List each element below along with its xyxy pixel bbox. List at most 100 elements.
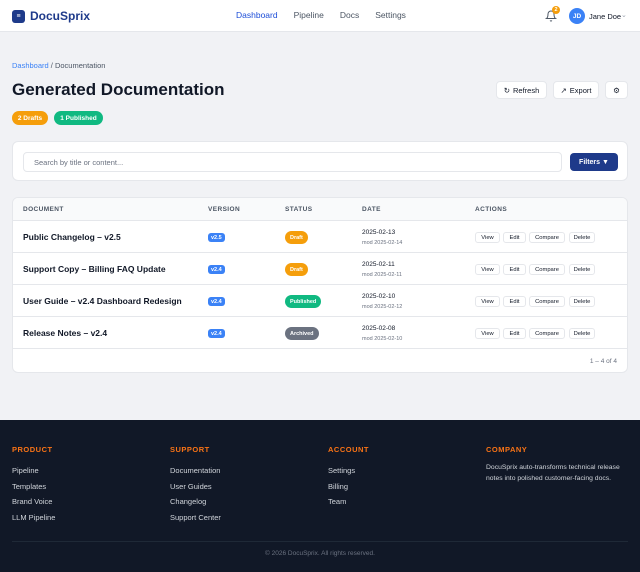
document-date: 2025-02-08 <box>362 325 396 332</box>
status-badge: Published <box>285 295 322 308</box>
refresh-icon: ↻ <box>503 85 511 95</box>
status-badge: Draft <box>285 263 308 276</box>
version-badge: v2.4 <box>208 265 225 274</box>
document-date: 2025-02-13 <box>362 229 396 236</box>
status-badge: Archived <box>285 327 319 340</box>
table-row[interactable]: User Guide – v2.4 Dashboard Redesign v2.… <box>13 285 627 317</box>
search-panel: Filters ▼ <box>12 141 628 181</box>
view-button[interactable]: View <box>475 232 500 243</box>
footer-link-user-guides[interactable]: User Guides <box>170 479 221 495</box>
footer-link-settings[interactable]: Settings <box>328 463 369 479</box>
settings-button[interactable]: ⚙ <box>605 81 628 99</box>
drafts-badge[interactable]: 2 Drafts <box>12 111 48 125</box>
logo[interactable]: ≡ DocuSprix <box>12 9 90 23</box>
logo-icon: ≡ <box>12 9 25 23</box>
view-button[interactable]: View <box>475 296 500 307</box>
column-header-version: VERSION <box>208 206 241 213</box>
footer-link-pipeline[interactable]: Pipeline <box>12 463 55 479</box>
status-badge: Draft <box>285 231 308 244</box>
export-button[interactable]: ↗ Export <box>553 81 599 99</box>
delete-button[interactable]: Delete <box>569 296 595 307</box>
version-badge: v2.4 <box>208 329 225 338</box>
footer: PRODUCT Pipeline Templates Brand Voice L… <box>0 420 640 572</box>
footer-link-team[interactable]: Team <box>328 494 369 510</box>
chevron-down-icon[interactable]: ⌄ <box>621 11 627 19</box>
page-title: Generated Documentation <box>12 80 225 99</box>
documents-table: DOCUMENT VERSION STATUS DATE ACTIONS Pub… <box>12 197 628 373</box>
table-header: DOCUMENT VERSION STATUS DATE ACTIONS <box>13 198 627 221</box>
breadcrumb-dashboard-link[interactable]: Dashboard <box>12 61 49 70</box>
footer-heading: ACCOUNT <box>328 445 369 454</box>
breadcrumb: Dashboard / Documentation <box>12 61 105 70</box>
footer-link-documentation[interactable]: Documentation <box>170 463 221 479</box>
gear-icon: ⚙ <box>613 85 620 95</box>
delete-button[interactable]: Delete <box>569 328 595 339</box>
export-icon: ↗ <box>560 85 567 95</box>
table-row[interactable]: Release Notes – v2.4 v2.4 Archived 2025-… <box>13 317 627 349</box>
breadcrumb-current: Documentation <box>54 61 106 70</box>
filters-button[interactable]: Filters ▼ <box>570 153 618 171</box>
top-navigation-bar: ≡ DocuSprix Dashboard Pipeline Docs Sett… <box>0 0 640 32</box>
export-label: Export <box>569 85 592 95</box>
column-header-status: STATUS <box>285 206 313 213</box>
document-title[interactable]: Public Changelog – v2.5 <box>23 232 121 242</box>
view-button[interactable]: View <box>475 328 500 339</box>
user-avatar[interactable]: JD <box>569 8 585 24</box>
nav-docs[interactable]: Docs <box>340 10 359 20</box>
table-row[interactable]: Public Changelog – v2.5 v2.5 Draft 2025-… <box>13 221 627 253</box>
footer-link-changelog[interactable]: Changelog <box>170 494 221 510</box>
footer-link-brand-voice[interactable]: Brand Voice <box>12 494 55 510</box>
footer-heading: COMPANY <box>486 445 528 454</box>
view-button[interactable]: View <box>475 264 500 275</box>
footer-heading: SUPPORT <box>170 445 210 454</box>
pagination-info: 1 – 4 of 4 <box>589 358 617 365</box>
delete-button[interactable]: Delete <box>569 264 595 275</box>
compare-button[interactable]: Compare <box>529 328 565 339</box>
published-badge[interactable]: 1 Published <box>54 111 103 125</box>
footer-divider <box>12 541 628 542</box>
document-date: 2025-02-11 <box>362 261 395 268</box>
column-header-actions: ACTIONS <box>475 206 508 213</box>
app-name: DocuSprix <box>30 9 91 23</box>
footer-heading: PRODUCT <box>12 445 53 454</box>
footer-column-product: PRODUCT Pipeline Templates Brand Voice L… <box>12 445 55 525</box>
footer-link-templates[interactable]: Templates <box>12 479 55 495</box>
edit-button[interactable]: Edit <box>503 232 526 243</box>
nav-dashboard[interactable]: Dashboard <box>236 10 278 20</box>
document-title[interactable]: Release Notes – v2.4 <box>23 328 107 338</box>
modified-date: mod 2025-02-12 <box>362 304 403 310</box>
delete-button[interactable]: Delete <box>569 232 595 243</box>
main-nav: Dashboard Pipeline Docs Settings <box>236 10 406 20</box>
search-input[interactable] <box>23 152 562 172</box>
column-header-document: DOCUMENT <box>23 206 64 213</box>
document-date: 2025-02-10 <box>362 293 396 300</box>
edit-button[interactable]: Edit <box>503 264 526 275</box>
footer-link-billing[interactable]: Billing <box>328 479 369 495</box>
document-title[interactable]: User Guide – v2.4 Dashboard Redesign <box>23 296 182 306</box>
copyright: © 2026 DocuSprix. All rights reserved. <box>265 550 375 557</box>
edit-button[interactable]: Edit <box>503 296 526 307</box>
document-title[interactable]: Support Copy – Billing FAQ Update <box>23 264 166 274</box>
column-header-date: DATE <box>362 206 381 213</box>
footer-column-company: COMPANY DocuSprix auto-transforms techni… <box>486 445 621 484</box>
footer-column-account: ACCOUNT Settings Billing Team <box>328 445 369 510</box>
footer-link-llm-pipeline[interactable]: LLM Pipeline <box>12 510 55 526</box>
modified-date: mod 2025-02-11 <box>362 272 402 278</box>
refresh-button[interactable]: ↻ Refresh <box>496 81 547 99</box>
nav-settings[interactable]: Settings <box>375 10 406 20</box>
notification-count-badge: 2 <box>552 6 560 14</box>
edit-button[interactable]: Edit <box>503 328 526 339</box>
user-name[interactable]: Jane Doe <box>589 12 621 21</box>
compare-button[interactable]: Compare <box>529 264 565 275</box>
footer-column-support: SUPPORT Documentation User Guides Change… <box>170 445 221 525</box>
compare-button[interactable]: Compare <box>529 232 565 243</box>
modified-date: mod 2025-02-14 <box>362 240 403 246</box>
footer-link-support-center[interactable]: Support Center <box>170 510 221 526</box>
compare-button[interactable]: Compare <box>529 296 565 307</box>
company-description: DocuSprix auto-transforms technical rele… <box>486 464 620 482</box>
modified-date: mod 2025-02-10 <box>362 336 403 342</box>
refresh-label: Refresh <box>513 85 540 95</box>
nav-pipeline[interactable]: Pipeline <box>294 10 324 20</box>
table-row[interactable]: Support Copy – Billing FAQ Update v2.4 D… <box>13 253 627 285</box>
version-badge: v2.5 <box>208 233 225 242</box>
